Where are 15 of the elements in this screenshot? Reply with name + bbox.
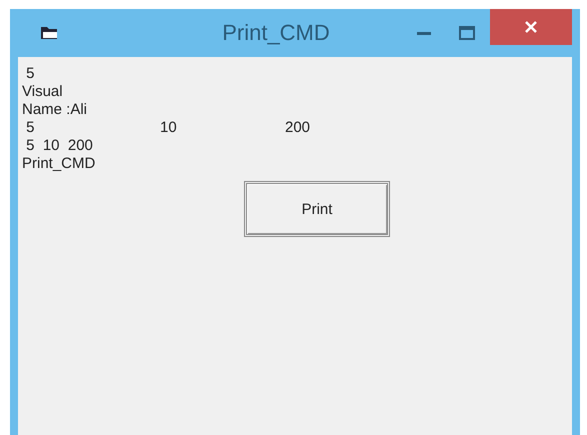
minimize-icon bbox=[416, 32, 431, 34]
folder-icon bbox=[40, 25, 58, 41]
window-title: Print_CMD bbox=[221, 20, 330, 46]
output-line: Name :Ali bbox=[22, 101, 88, 119]
output-line: 5 bbox=[25, 65, 36, 83]
print-button[interactable]: Print bbox=[244, 181, 390, 237]
close-button[interactable] bbox=[490, 9, 572, 45]
output-value: 200 bbox=[285, 119, 312, 137]
output-line: Visual bbox=[22, 83, 64, 101]
output-line: Print_CMD bbox=[22, 155, 96, 173]
close-icon bbox=[524, 21, 538, 33]
output-value: 10 bbox=[160, 119, 178, 137]
output-value: 5 bbox=[25, 119, 36, 137]
maximize-icon bbox=[458, 26, 475, 40]
output-line: 5 10 200 bbox=[25, 137, 94, 155]
